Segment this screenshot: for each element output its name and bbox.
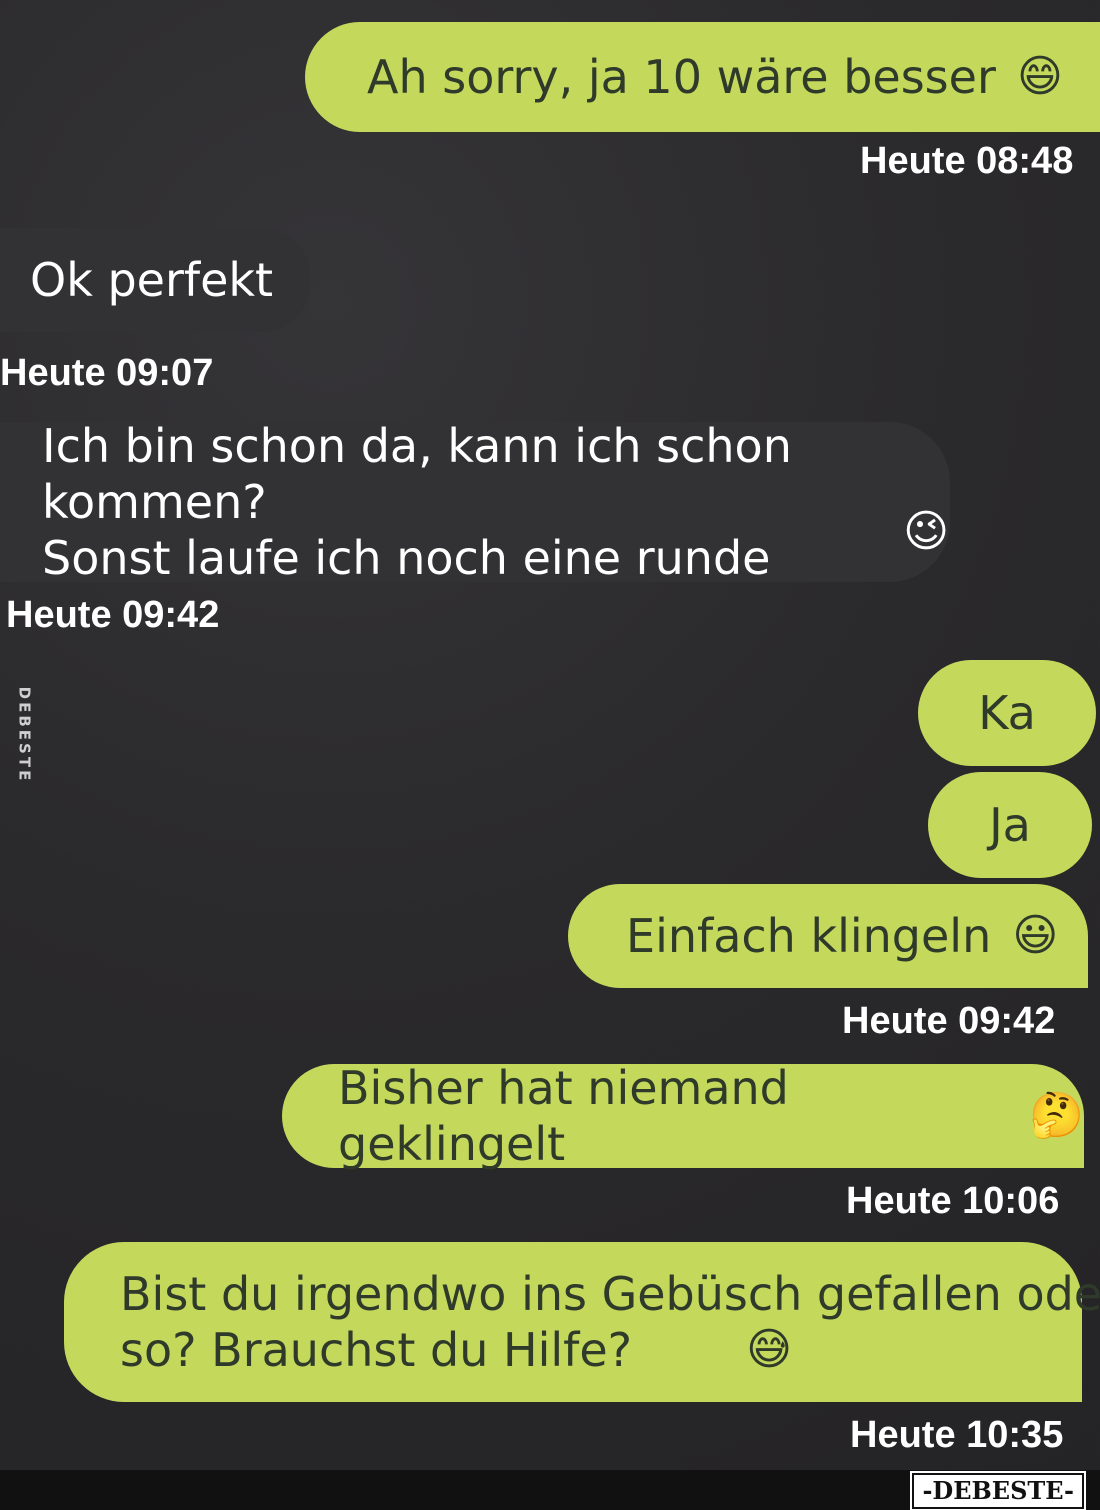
message-outgoing[interactable]: Ja xyxy=(928,772,1092,878)
grinning-sweat-face-icon: 😅 xyxy=(746,1324,792,1375)
message-timestamp: Heute 09:42 xyxy=(6,594,220,636)
message-outgoing[interactable]: Bisher hat niemand geklingelt 🤔 xyxy=(282,1061,1084,1171)
grinning-face-icon: 😃 xyxy=(1012,910,1059,961)
message-text: Einfach klingeln xyxy=(626,909,992,963)
message-timestamp: Heute 09:07 xyxy=(0,352,214,394)
brand-watermark: -DEBESTE- xyxy=(910,1471,1086,1510)
message-outgoing[interactable]: Einfach klingeln 😃 xyxy=(568,884,1088,988)
message-outgoing[interactable]: Ah sorry, ja 10 wäre besser 😄 xyxy=(305,22,1100,132)
message-incoming[interactable]: Ok perfekt xyxy=(0,228,310,332)
message-timestamp: Heute 08:48 xyxy=(860,140,1074,182)
message-outgoing[interactable]: Bist du irgendwo ins Gebüsch gefallen od… xyxy=(64,1242,1100,1402)
winking-face-icon: 😉 xyxy=(903,506,950,557)
message-timestamp: Heute 10:35 xyxy=(850,1414,1064,1456)
message-timestamp: Heute 09:42 xyxy=(842,1000,1056,1042)
message-outgoing[interactable]: Ka xyxy=(918,660,1096,766)
side-watermark: DEBESTE xyxy=(15,686,34,784)
message-text: Bisher hat niemand geklingelt xyxy=(338,1061,789,1171)
grinning-squinting-face-icon: 😄 xyxy=(1016,51,1063,102)
message-text: Ah sorry, ja 10 wäre besser xyxy=(367,50,996,104)
chat-thread: Ah sorry, ja 10 wäre besser 😄 Heute 08:4… xyxy=(0,0,1100,1470)
message-incoming[interactable]: Ich bin schon da, kann ich schon kommen?… xyxy=(0,419,950,585)
footer-bar: -DEBESTE- xyxy=(0,1470,1100,1510)
message-text: Ok perfekt xyxy=(30,253,274,307)
thinking-face-icon: 🤔 xyxy=(1029,1090,1084,1141)
message-text: Ka xyxy=(978,686,1036,740)
message-timestamp: Heute 10:06 xyxy=(846,1180,1060,1222)
message-text: Ja xyxy=(989,798,1031,852)
message-text: Bist du irgendwo ins Gebüsch gefallen od… xyxy=(120,1267,1100,1377)
message-text: Ich bin schon da, kann ich schon kommen?… xyxy=(42,419,792,585)
